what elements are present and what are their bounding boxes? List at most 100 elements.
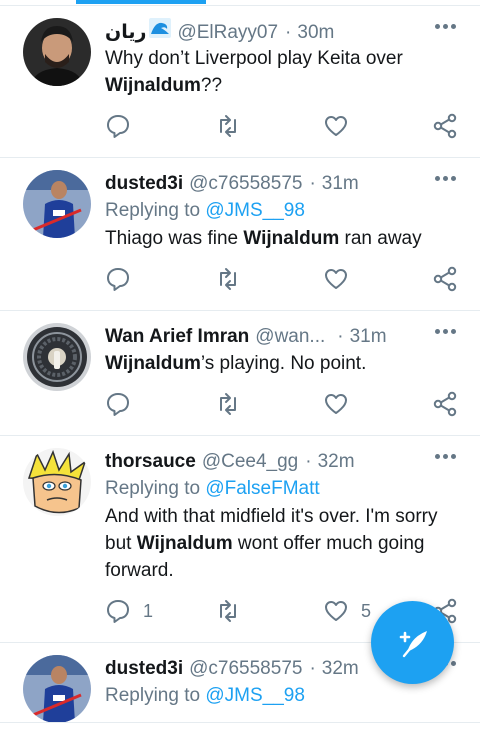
- tweet-header: Wan Arief Imran @wan... · 31m: [105, 323, 464, 350]
- tweet-actions: [105, 99, 464, 157]
- reply-count: 1: [143, 600, 154, 621]
- reply-button[interactable]: [105, 112, 131, 140]
- avatar-photo: [23, 18, 91, 86]
- display-name[interactable]: dusted3i: [105, 655, 183, 682]
- avatar[interactable]: [23, 170, 91, 238]
- more-icon[interactable]: [435, 176, 456, 181]
- like-icon: [325, 269, 347, 289]
- reply-button[interactable]: [105, 265, 131, 293]
- tweet-time[interactable]: 30m: [297, 19, 334, 46]
- share-icon: [433, 266, 457, 292]
- tweet-time[interactable]: 31m: [350, 323, 387, 350]
- tweet-text-run: ??: [200, 75, 223, 96]
- retweet-button[interactable]: [215, 265, 241, 293]
- tweet-time[interactable]: 32m: [322, 655, 359, 682]
- separator-dot: ·: [337, 326, 344, 347]
- more-icon[interactable]: [435, 24, 456, 29]
- replying-to: Replying to @JMS__98: [105, 197, 464, 225]
- tweet[interactable]: ريان @ElRayy07 · 30m Why don’t Liverpool…: [0, 6, 480, 158]
- user-handle[interactable]: @Cee4_gg: [202, 448, 298, 475]
- like-icon: [325, 394, 347, 414]
- like-icon: [325, 601, 347, 621]
- replying-to: Replying to @JMS__98: [105, 682, 464, 710]
- separator-dot: ·: [309, 173, 316, 194]
- like-count: 5: [361, 600, 372, 621]
- user-handle[interactable]: @c76558575: [189, 655, 302, 682]
- retweet-icon: [220, 115, 236, 137]
- tweet[interactable]: Wan Arief Imran @wan... · 31m Wijnaldum’…: [0, 311, 480, 436]
- like-button[interactable]: [323, 265, 349, 293]
- display-name[interactable]: thorsauce: [105, 448, 196, 475]
- share-button[interactable]: [432, 265, 458, 293]
- separator-dot: ·: [285, 22, 292, 43]
- avatar[interactable]: [23, 323, 91, 391]
- share-button[interactable]: [432, 390, 458, 418]
- avatar-photo: [23, 655, 91, 722]
- retweet-icon: [220, 268, 236, 290]
- like-button[interactable]: [323, 390, 349, 418]
- separator-dot: ·: [305, 451, 312, 472]
- reply-mention-link[interactable]: @JMS__98: [205, 685, 305, 706]
- share-button[interactable]: [432, 112, 458, 140]
- retweet-icon: [220, 600, 236, 622]
- share-icon: [433, 113, 457, 139]
- avatar-photo: [23, 448, 91, 516]
- tweet-text: Thiago was fine Wijnaldum ran away: [105, 225, 464, 252]
- reply-button[interactable]: 1: [105, 597, 153, 625]
- share-icon: [433, 391, 457, 417]
- tweet-actions: [105, 252, 464, 310]
- like-button[interactable]: [323, 112, 349, 140]
- active-tab-indicator: [76, 0, 206, 4]
- tweet-text-run: Why don’t Liverpool play Keita over: [105, 48, 403, 69]
- tweet-text: Why don’t Liverpool play Keita over Wijn…: [105, 45, 464, 99]
- compose-tweet-icon: [399, 630, 427, 657]
- compose-tweet-button[interactable]: [371, 601, 454, 684]
- tweet-actions: [105, 377, 464, 435]
- retweet-button[interactable]: [215, 597, 241, 625]
- avatar-photo: [23, 170, 91, 238]
- display-name[interactable]: Wan Arief Imran: [105, 323, 249, 350]
- reply-icon: [107, 268, 129, 291]
- reply-button[interactable]: [105, 390, 131, 418]
- tweet-header: ريان @ElRayy07 · 30m: [105, 18, 464, 45]
- tweet-text: Wijnaldum’s playing. No point.: [105, 350, 464, 377]
- reply-mention-link[interactable]: @JMS__98: [205, 200, 305, 221]
- tweet-text: And with that midfield it's over. I'm so…: [105, 503, 464, 584]
- highlighted-keyword: Wijnaldum: [105, 75, 201, 96]
- tweet-text-run: ran away: [339, 228, 422, 249]
- replying-to-label: Replying to: [105, 200, 201, 221]
- reply-icon: [107, 600, 129, 623]
- tweet-time[interactable]: 31m: [322, 170, 359, 197]
- avatar[interactable]: [23, 18, 91, 86]
- replying-to-label: Replying to: [105, 478, 201, 499]
- user-handle[interactable]: @c76558575: [189, 170, 302, 197]
- replying-to: Replying to @FalseFMatt: [105, 475, 464, 503]
- retweet-icon: [220, 393, 236, 415]
- user-handle[interactable]: @wan...: [255, 323, 325, 350]
- display-name[interactable]: dusted3i: [105, 170, 183, 197]
- like-icon: [325, 116, 347, 136]
- like-button[interactable]: 5: [323, 597, 371, 625]
- reply-icon: [107, 115, 129, 138]
- avatar[interactable]: [23, 448, 91, 516]
- retweet-button[interactable]: [215, 390, 241, 418]
- tweet-header: thorsauce @Cee4_gg · 32m: [105, 448, 464, 475]
- more-icon[interactable]: [435, 329, 456, 334]
- avatar-photo: [23, 323, 91, 391]
- user-handle[interactable]: @ElRayy07: [177, 19, 278, 46]
- more-icon[interactable]: [435, 454, 456, 459]
- water-wave-emoji: [149, 18, 172, 38]
- retweet-button[interactable]: [215, 112, 241, 140]
- reply-mention-link[interactable]: @FalseFMatt: [205, 478, 319, 499]
- display-name[interactable]: ريان: [105, 19, 146, 46]
- highlighted-keyword: Wijnaldum: [136, 533, 233, 554]
- tweet[interactable]: dusted3i @c76558575 · 31m Replying to @J…: [0, 158, 480, 311]
- tweet-text-run: Thiago was fine: [105, 228, 244, 249]
- avatar[interactable]: [23, 655, 91, 722]
- reply-icon: [107, 393, 129, 416]
- highlighted-keyword: Wijnaldum: [105, 353, 201, 374]
- tweet-text-run: ’s playing. No point.: [200, 353, 367, 374]
- separator-dot: ·: [309, 658, 316, 679]
- tweet-time[interactable]: 32m: [318, 448, 355, 475]
- replying-to-label: Replying to: [105, 685, 201, 706]
